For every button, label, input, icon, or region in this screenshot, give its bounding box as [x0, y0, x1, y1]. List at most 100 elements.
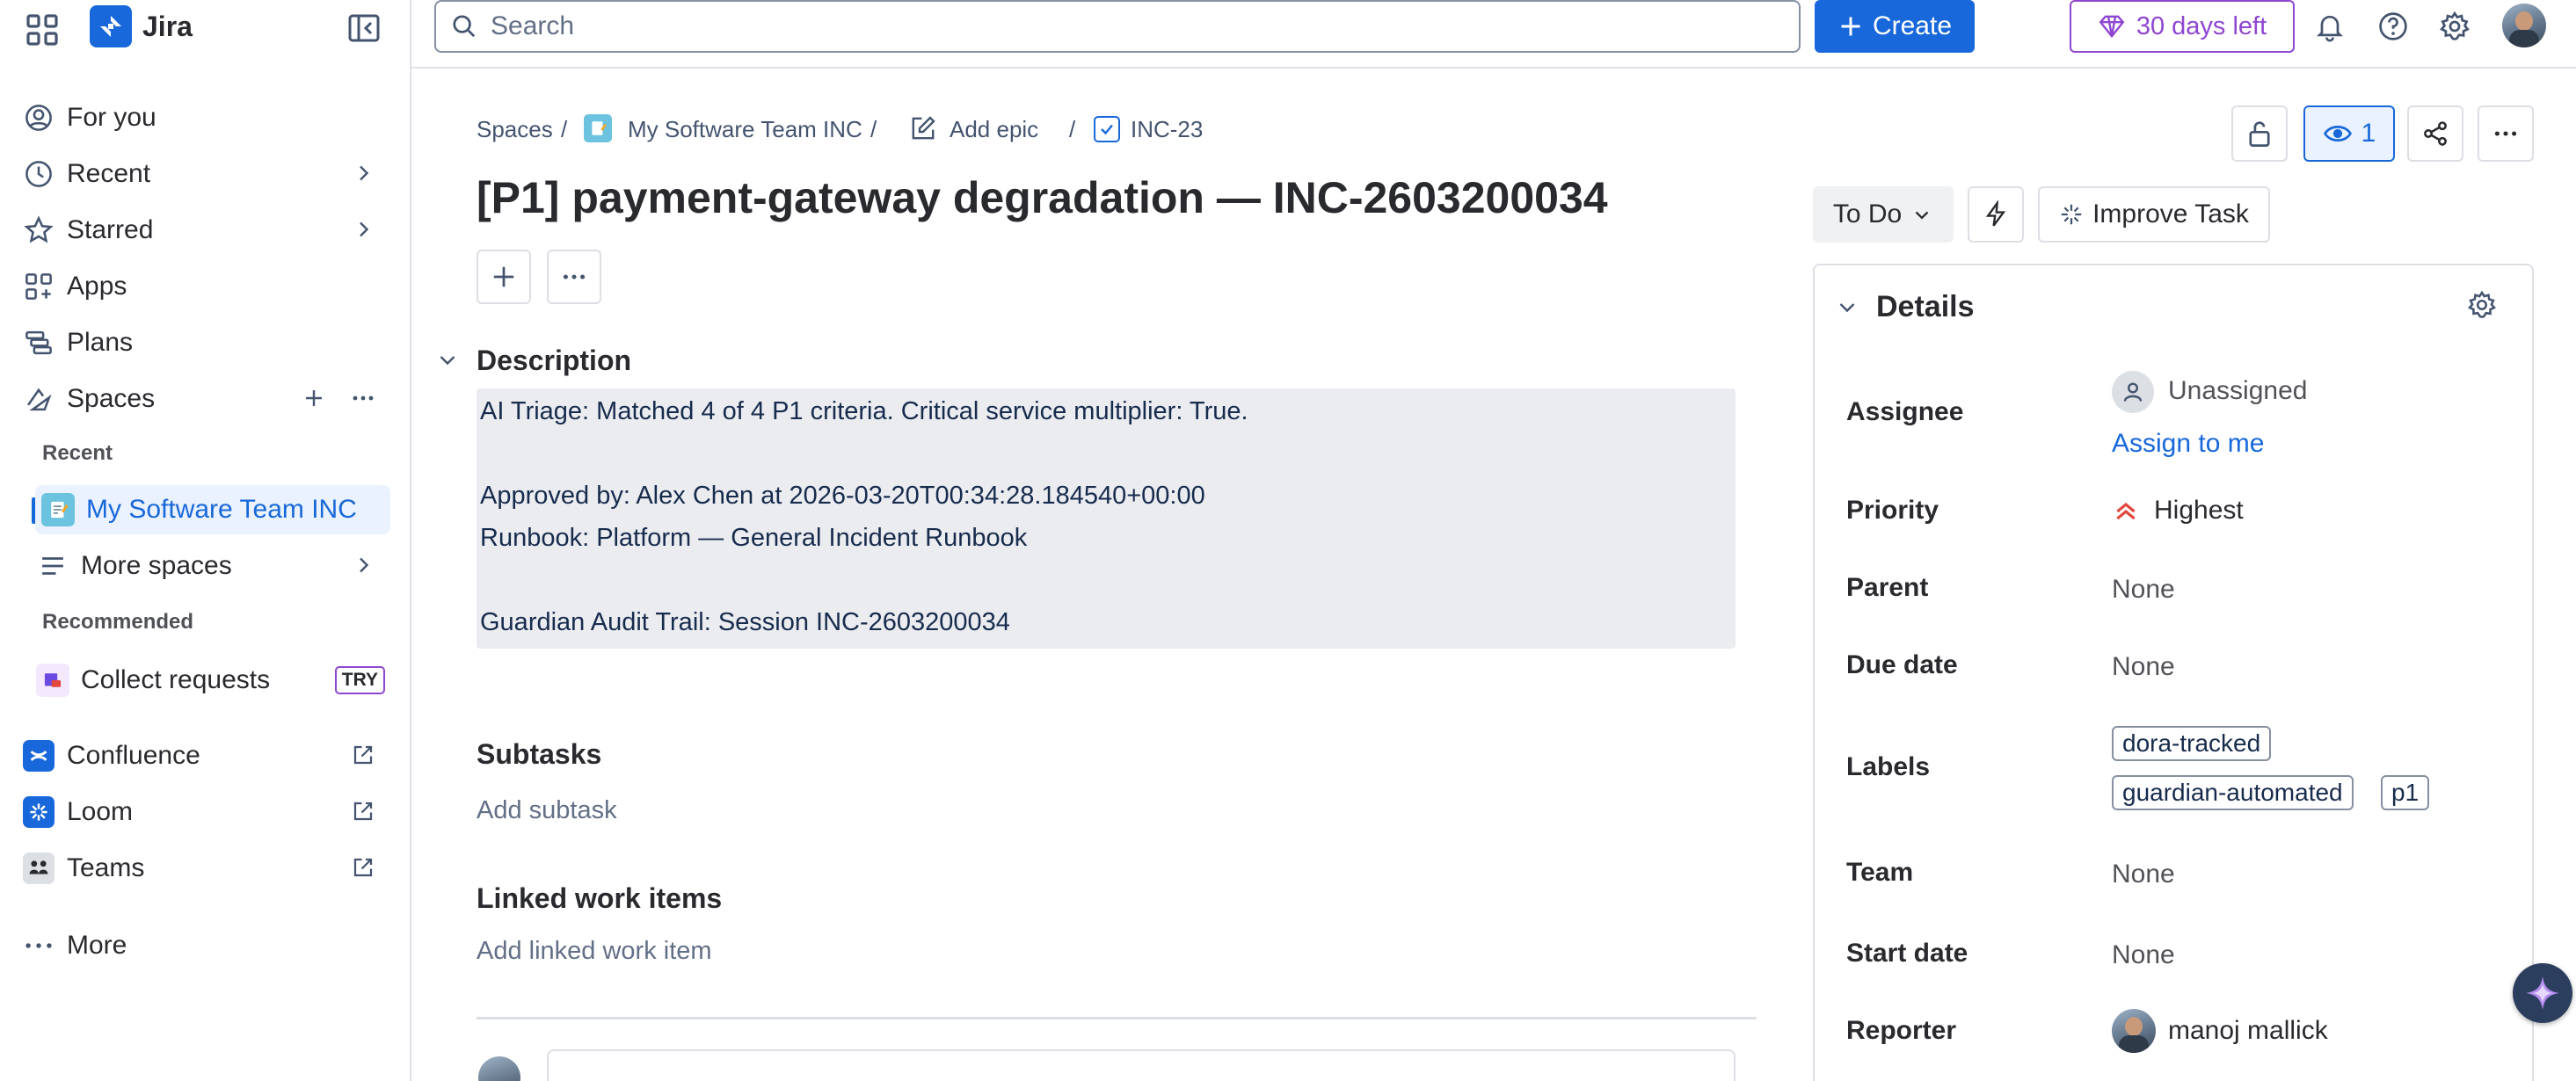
more-actions-button[interactable]: [547, 250, 601, 304]
create-button[interactable]: Create: [1815, 0, 1975, 53]
start-date-label: Start date: [1846, 939, 1968, 968]
reporter-value[interactable]: manoj mallick: [2168, 1016, 2328, 1046]
chevron-down-icon[interactable]: [1834, 294, 1860, 320]
user-circle-icon: [21, 100, 56, 135]
search-icon: [450, 12, 478, 40]
sparkle-icon: [2059, 202, 2084, 227]
more-dots-icon: [2492, 120, 2520, 148]
search-placeholder: Search: [491, 11, 575, 40]
lock-button[interactable]: [2231, 105, 2288, 162]
breadcrumb-add-epic[interactable]: Add epic: [950, 116, 1038, 143]
nav-apps[interactable]: Apps: [21, 262, 390, 311]
nav-more-spaces[interactable]: More spaces: [35, 541, 390, 591]
external-link-icon[interactable]: [350, 742, 376, 768]
notifications-bell-icon[interactable]: [2314, 11, 2346, 42]
parent-value[interactable]: None: [2112, 575, 2175, 605]
add-space-icon[interactable]: [301, 385, 327, 411]
section-recent: Recent: [42, 441, 113, 465]
trial-button[interactable]: 30 days left: [2070, 0, 2295, 53]
try-badge: TRY: [334, 666, 385, 694]
breadcrumb-issue-key[interactable]: INC-23: [1131, 116, 1203, 143]
reporter-avatar: [2112, 1009, 2156, 1053]
assignee-label: Assignee: [1846, 397, 1964, 426]
details-heading[interactable]: Details: [1876, 290, 1975, 324]
watch-button[interactable]: 1: [2303, 105, 2395, 162]
description-heading: Description: [477, 345, 632, 376]
search-input[interactable]: Search: [434, 0, 1801, 53]
user-avatar[interactable]: [2502, 4, 2546, 47]
nav-teams[interactable]: Teams: [21, 844, 390, 893]
ai-assistant-button[interactable]: [2513, 963, 2572, 1023]
add-linked-work-link[interactable]: Add linked work item: [477, 937, 712, 966]
reporter-label: Reporter: [1846, 1016, 1957, 1045]
app-switcher-icon[interactable]: [25, 12, 60, 47]
more-options-icon[interactable]: [350, 385, 376, 411]
nav-for-you[interactable]: For you: [21, 93, 390, 142]
watch-count: 1: [2361, 119, 2376, 148]
description-line: Approved by: Alex Chen at 2026-03-20T00:…: [480, 482, 1205, 510]
chevron-down-icon: [1910, 203, 1933, 226]
subtasks-heading: Subtasks: [477, 738, 602, 770]
improve-label: Improve Task: [2092, 200, 2249, 229]
chevron-down-icon[interactable]: [434, 346, 461, 373]
list-icon: [35, 548, 70, 584]
team-value[interactable]: None: [2112, 860, 2175, 889]
more-actions-button[interactable]: [2478, 105, 2534, 162]
nav-confluence[interactable]: Confluence: [21, 731, 390, 780]
apps-grid-icon: [21, 269, 56, 304]
description-body[interactable]: AI Triage: Matched 4 of 4 P1 criteria. C…: [477, 388, 1736, 649]
nav-collect-requests[interactable]: Collect requests TRY: [35, 656, 390, 705]
due-date-value[interactable]: None: [2112, 652, 2175, 682]
nav-loom[interactable]: Loom: [21, 787, 390, 837]
description-line: Runbook: Platform — General Incident Run…: [480, 524, 1028, 552]
status-label: To Do: [1832, 200, 1903, 229]
edit-pencil-icon: [909, 114, 937, 142]
chevron-right-icon[interactable]: [350, 552, 376, 578]
nav-recent[interactable]: Recent: [21, 149, 390, 199]
priority-value[interactable]: Highest: [2154, 496, 2244, 526]
nav-plans[interactable]: Plans: [21, 318, 390, 367]
breadcrumb-team[interactable]: My Software Team INC: [628, 116, 862, 143]
nav-more[interactable]: More: [21, 921, 390, 970]
trial-label: 30 days left: [2136, 11, 2267, 40]
start-date-value[interactable]: None: [2112, 940, 2175, 970]
breadcrumb-spaces[interactable]: Spaces: [477, 116, 553, 143]
team-label: Team: [1846, 858, 1914, 887]
sidebar-item-my-software-team[interactable]: My Software Team INC: [35, 485, 390, 534]
share-icon: [2421, 120, 2449, 148]
comment-input[interactable]: [547, 1049, 1736, 1081]
label-tag[interactable]: guardian-automated: [2112, 775, 2354, 810]
nav-spaces[interactable]: Spaces: [21, 374, 390, 424]
nav-label: Apps: [67, 272, 127, 301]
automation-button[interactable]: [1968, 186, 2024, 243]
chevron-right-icon[interactable]: [350, 216, 376, 243]
eye-icon: [2323, 119, 2353, 149]
help-icon[interactable]: [2377, 11, 2409, 42]
nav-starred[interactable]: Starred: [21, 206, 390, 255]
label-tag[interactable]: dora-tracked: [2112, 726, 2272, 761]
issue-title[interactable]: [P1] payment-gateway degradation — INC-2…: [477, 172, 1608, 223]
external-link-icon[interactable]: [350, 854, 376, 881]
share-button[interactable]: [2407, 105, 2463, 162]
spaces-icon: [21, 381, 56, 417]
jira-logo-icon[interactable]: [90, 5, 132, 47]
loom-logo-icon: [21, 794, 56, 830]
create-label: Create: [1872, 11, 1953, 40]
nav-label: More spaces: [81, 551, 232, 580]
assign-to-me-link[interactable]: Assign to me: [2112, 429, 2264, 459]
add-subtask-link[interactable]: Add subtask: [477, 796, 617, 825]
assignee-value[interactable]: Unassigned: [2168, 376, 2307, 406]
nav-label: Spaces: [67, 384, 156, 413]
nav-label: Loom: [67, 797, 134, 826]
settings-gear-icon[interactable]: [2439, 11, 2470, 42]
external-link-icon[interactable]: [350, 798, 376, 824]
chevron-right-icon[interactable]: [350, 160, 376, 186]
improve-task-button[interactable]: Improve Task: [2038, 186, 2270, 243]
status-dropdown[interactable]: To Do: [1813, 186, 1954, 243]
linked-work-heading: Linked work items: [477, 882, 723, 914]
label-tag[interactable]: p1: [2381, 775, 2430, 810]
details-settings-gear-icon[interactable]: [2467, 290, 2497, 320]
nav-label: Starred: [67, 215, 154, 244]
add-content-button[interactable]: [477, 250, 531, 304]
collapse-sidebar-icon[interactable]: [346, 11, 382, 46]
